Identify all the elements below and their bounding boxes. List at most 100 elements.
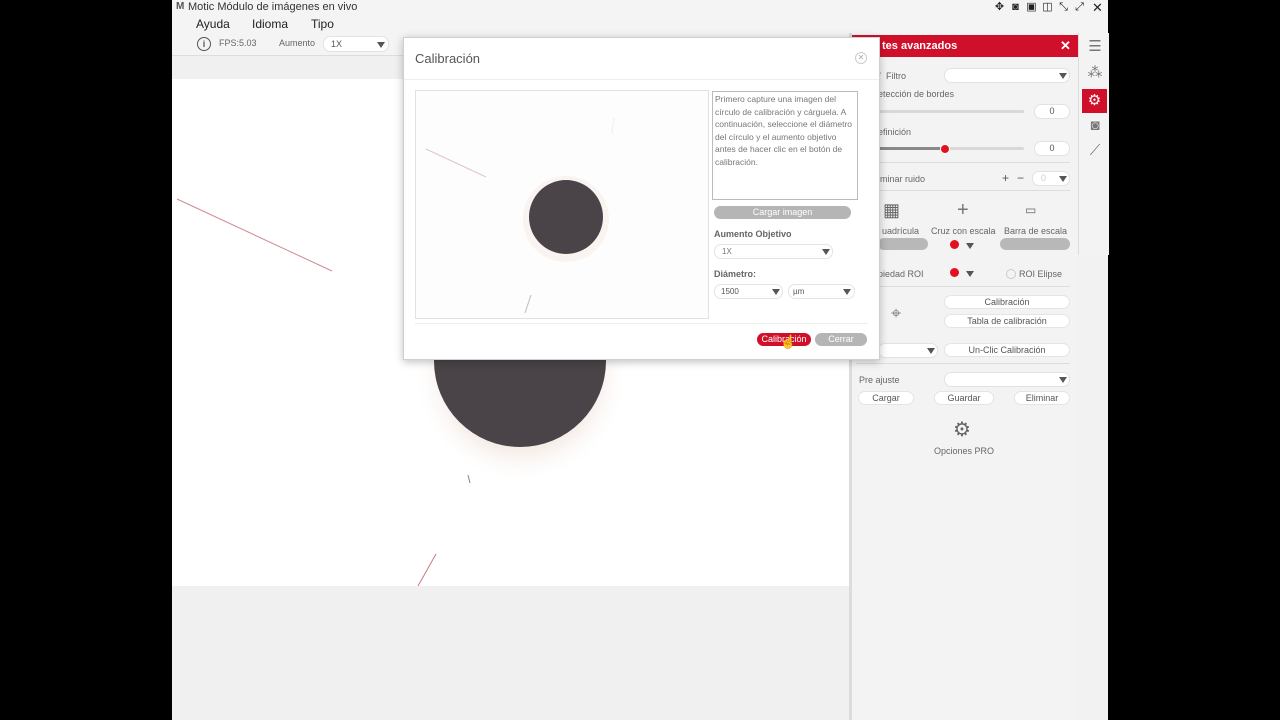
chevron-down-icon xyxy=(772,289,780,295)
close-icon[interactable]: ✕ xyxy=(1090,0,1105,15)
cerrar-button[interactable]: Cerrar xyxy=(815,333,867,346)
chevron-down-icon[interactable] xyxy=(966,243,974,249)
ruido-label: iminar ruido xyxy=(878,174,926,184)
unclic-select[interactable] xyxy=(878,343,938,358)
info-icon[interactable]: i xyxy=(197,37,211,51)
ruido-select[interactable]: 0 xyxy=(1032,171,1070,186)
chevron-down-icon xyxy=(843,289,851,295)
panel-header: tes avanzados ✕ xyxy=(852,35,1078,57)
bordes-slider[interactable] xyxy=(878,110,1024,113)
restore-icon[interactable]: ▣ xyxy=(1024,0,1039,15)
motic-logo: M xyxy=(176,1,185,12)
instructions-text: Primero capture una imagen del círculo d… xyxy=(712,91,858,200)
scale-bar-toggle[interactable] xyxy=(1000,238,1070,250)
specimen-line xyxy=(417,553,437,586)
aumento-objetivo-value: 1X xyxy=(722,247,732,256)
dialog-close-icon[interactable]: ✕ xyxy=(855,52,867,64)
separator xyxy=(878,162,1070,163)
expand-icon[interactable]: ⤡ xyxy=(1056,0,1071,15)
layout-icon[interactable]: ◫ xyxy=(1040,0,1055,15)
ruido-value: 0 xyxy=(1041,173,1047,183)
filtro-label: Filtro xyxy=(886,71,906,81)
diametro-value: 1500 xyxy=(721,287,739,296)
tabla-calibracion-button[interactable]: Tabla de calibración xyxy=(944,314,1070,328)
grid-icon[interactable]: ▦ xyxy=(883,200,900,221)
menu-tipo[interactable]: Tipo xyxy=(311,17,334,31)
unit-value: µm xyxy=(793,287,805,296)
aumento-value: 1X xyxy=(331,39,343,49)
filtro-select[interactable] xyxy=(944,68,1070,83)
roi-label: piedad ROI xyxy=(878,269,924,279)
definicion-slider-knob[interactable] xyxy=(939,144,950,154)
chevron-down-icon xyxy=(822,249,830,255)
title-bar: M Motic Módulo de imágenes en vivo ✥ ◙ ▣… xyxy=(172,0,1108,16)
chevron-down-icon[interactable] xyxy=(966,271,974,277)
calibracion-button[interactable]: Calibración xyxy=(944,295,1070,309)
grid-label: uadrícula xyxy=(882,226,920,236)
target-icon[interactable]: ⌖ xyxy=(891,303,901,324)
separator xyxy=(878,190,1070,191)
camera-icon[interactable]: ◙ xyxy=(1085,116,1105,136)
chevron-down-icon xyxy=(1059,73,1067,79)
gear-icon[interactable]: ⚙ xyxy=(953,417,971,442)
separator xyxy=(856,363,1070,364)
opciones-pro-label[interactable]: Opciones PRO xyxy=(934,446,994,456)
calibration-dialog: Calibración ✕ Primero capture una imagen… xyxy=(403,37,880,360)
calibration-image-preview xyxy=(415,90,709,319)
preview-graphic xyxy=(425,117,615,314)
scale-bar-label: Barra de escala xyxy=(1004,226,1068,236)
fps-readout: FPS:5.03 xyxy=(219,38,257,48)
aumento-select[interactable]: 1X xyxy=(323,36,389,52)
sliders-icon[interactable]: ☰ xyxy=(1085,37,1105,57)
crosshair-icon[interactable]: + xyxy=(957,199,969,222)
window-title: Motic Módulo de imágenes en vivo xyxy=(188,1,358,13)
gear-icon[interactable]: ⚙ xyxy=(1082,89,1107,113)
preajuste-select[interactable] xyxy=(944,372,1070,387)
fullscreen-icon[interactable]: ⤢ xyxy=(1072,0,1087,15)
menu-idioma[interactable]: Idioma xyxy=(252,17,288,31)
chevron-down-icon xyxy=(1059,377,1067,383)
unclic-calibracion-button[interactable]: Un-Clic Calibración xyxy=(944,343,1070,357)
definicion-slider-fill xyxy=(878,147,944,150)
scale-bar-icon[interactable]: ▭ xyxy=(1025,203,1036,217)
roi-ellipse-label: ROI Elipse xyxy=(1019,269,1063,279)
guardar-button[interactable]: Guardar xyxy=(934,391,994,405)
bordes-value[interactable]: 0 xyxy=(1034,104,1070,119)
diametro-label: Diámetro: xyxy=(714,269,757,279)
definicion-slider[interactable] xyxy=(878,144,1024,154)
aumento-objetivo-label: Aumento Objetivo xyxy=(714,229,792,239)
cargar-imagen-button[interactable]: Cargar imagen xyxy=(714,206,851,219)
aumento-label: Aumento xyxy=(279,38,316,48)
panel-title: tes avanzados xyxy=(882,40,958,52)
cargar-button[interactable]: Cargar xyxy=(858,391,914,405)
color-channels-icon[interactable]: ⁂ xyxy=(1085,63,1105,83)
aumento-objetivo-select[interactable]: 1X xyxy=(714,244,833,259)
definicion-label: efinición xyxy=(878,127,912,137)
grid-toggle[interactable] xyxy=(878,238,928,250)
specimen-line xyxy=(176,198,333,272)
preajuste-label: Pre ajuste xyxy=(859,375,900,385)
chevron-down-icon xyxy=(927,348,935,354)
preview-disc xyxy=(529,180,603,254)
specimen-line xyxy=(467,474,471,484)
advanced-settings-panel: tes avanzados ✕ ⁷ Filtro etección de bor… xyxy=(852,33,1078,720)
definicion-value[interactable]: 0 xyxy=(1034,141,1070,156)
unit-select[interactable]: µm xyxy=(788,284,855,299)
camera-icon[interactable]: ◙ xyxy=(1008,0,1023,15)
cross-color-swatch[interactable] xyxy=(950,240,959,249)
menu-ayuda[interactable]: Ayuda xyxy=(196,17,230,31)
eliminar-button[interactable]: Eliminar xyxy=(1014,391,1070,405)
diametro-select[interactable]: 1500 xyxy=(714,284,783,299)
cross-scale-label: Cruz con escala xyxy=(931,226,996,236)
move-icon[interactable]: ✥ xyxy=(992,0,1007,15)
ruler-icon[interactable]: ⟋ xyxy=(1085,141,1105,161)
minus-icon[interactable]: − xyxy=(1017,171,1024,185)
dialog-footer-separator xyxy=(415,323,868,324)
bordes-label: etección de bordes xyxy=(878,89,955,99)
chevron-down-icon xyxy=(377,42,385,48)
roi-color-swatch[interactable] xyxy=(950,268,959,277)
roi-ellipse-radio[interactable] xyxy=(1006,269,1016,279)
dialog-separator xyxy=(404,79,879,80)
panel-close-icon[interactable]: ✕ xyxy=(1060,38,1071,54)
plus-icon[interactable]: + xyxy=(1002,171,1009,185)
